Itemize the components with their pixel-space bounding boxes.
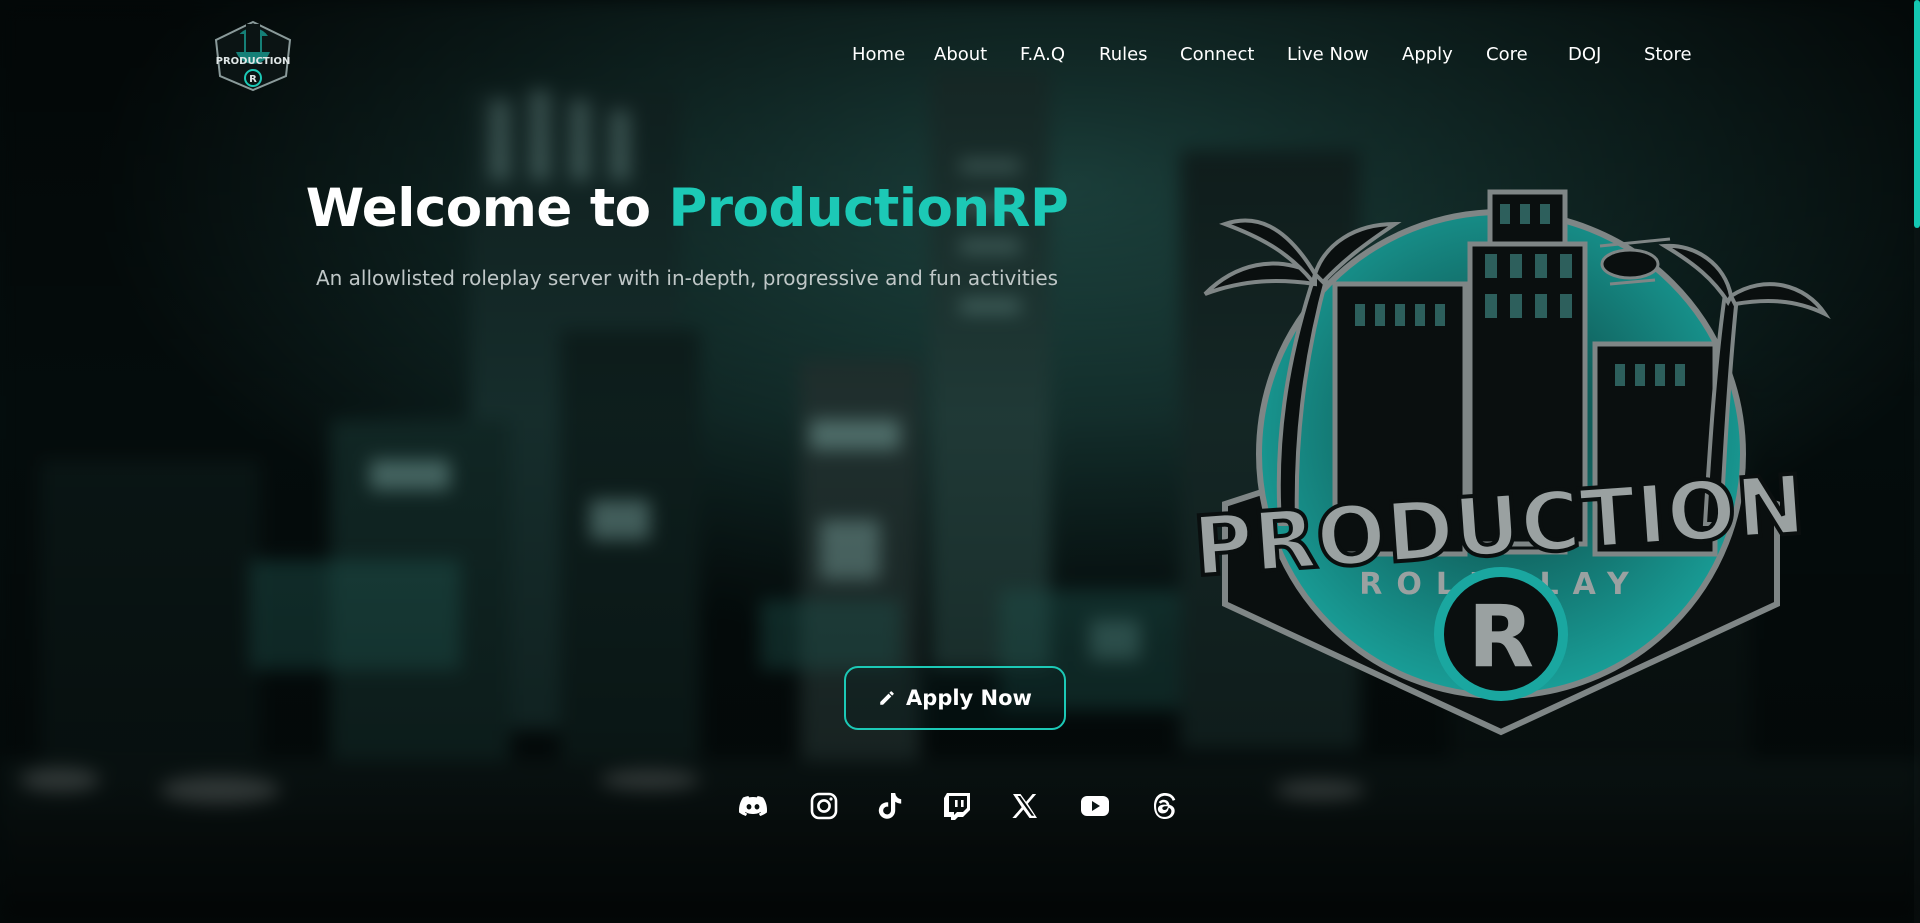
scrollbar-thumb[interactable] — [1914, 0, 1920, 228]
discord-icon — [739, 796, 768, 816]
pencil-icon — [880, 691, 894, 705]
hero-title: Welcome to ProductionRP — [0, 178, 1374, 239]
logo-monogram: R — [1468, 587, 1534, 687]
instagram-icon — [810, 792, 838, 820]
threads-link[interactable] — [1148, 789, 1182, 823]
nav-doj[interactable]: DOJ — [1568, 44, 1601, 65]
production-roleplay-logo-icon: PRODUCTION R — [214, 20, 292, 92]
tiktok-icon — [878, 793, 902, 819]
threads-icon — [1154, 793, 1176, 819]
nav-rules[interactable]: Rules — [1099, 44, 1148, 65]
nav-apply[interactable]: Apply — [1402, 44, 1453, 65]
header-logo[interactable]: PRODUCTION R — [212, 18, 294, 92]
nav-faq[interactable]: F.A.Q — [1020, 44, 1065, 65]
nav-store[interactable]: Store — [1644, 44, 1692, 65]
x-icon — [1012, 794, 1037, 818]
svg-text:PRODUCTION: PRODUCTION — [216, 56, 291, 67]
nav-live-now[interactable]: Live Now — [1287, 44, 1369, 65]
instagram-link[interactable] — [807, 789, 841, 823]
youtube-link[interactable] — [1078, 789, 1112, 823]
twitch-link[interactable] — [940, 789, 974, 823]
nav-connect[interactable]: Connect — [1180, 44, 1254, 65]
hero-title-prefix: Welcome to — [305, 178, 669, 239]
hero-subtitle: An allowlisted roleplay server with in-d… — [315, 266, 1059, 290]
apply-now-label: Apply Now — [906, 686, 1032, 710]
nav-core[interactable]: Core — [1486, 44, 1528, 65]
apply-now-button[interactable]: Apply Now — [844, 666, 1066, 730]
x-link[interactable] — [1008, 789, 1042, 823]
nav-about[interactable]: About — [934, 44, 987, 65]
svg-text:R: R — [249, 74, 257, 85]
tiktok-link[interactable] — [872, 789, 906, 823]
youtube-icon — [1081, 796, 1109, 816]
discord-link[interactable] — [736, 789, 770, 823]
hero-title-accent: ProductionRP — [668, 178, 1069, 239]
page-scrollbar[interactable] — [1914, 0, 1920, 923]
twitch-icon — [944, 793, 970, 820]
nav-home[interactable]: Home — [852, 44, 905, 65]
social-links — [0, 789, 1920, 823]
